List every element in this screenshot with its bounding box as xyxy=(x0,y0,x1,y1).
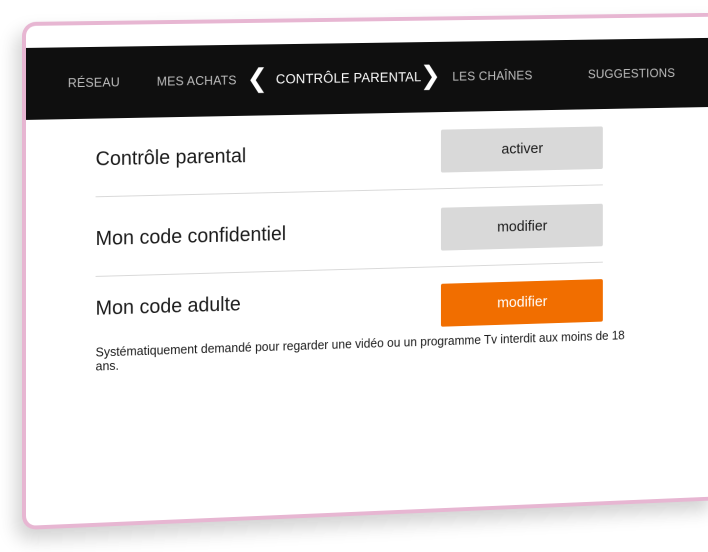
chevron-right-icon[interactable]: ❯ xyxy=(420,42,441,113)
adult-code-description: Systématiquement demandé pour regarder u… xyxy=(95,328,625,374)
adult-code-label: Mon code adulte xyxy=(95,293,241,320)
nav-item-les-chaines[interactable]: LES CHAÎNES xyxy=(452,40,532,111)
modify-adult-code-button[interactable]: modifier xyxy=(440,279,603,327)
row-divider xyxy=(95,184,603,198)
top-nav-bar: RÉSEAU MES ACHATS ❮ CONTRÔLE PARENTAL ❯ … xyxy=(25,37,708,120)
nav-item-suggestions[interactable]: SUGGESTIONS xyxy=(588,38,675,109)
nav-item-controle-parental[interactable]: CONTRÔLE PARENTAL xyxy=(276,42,422,115)
nav-item-reseau[interactable]: RÉSEAU xyxy=(68,47,120,120)
device-scene: RÉSEAU MES ACHATS ❮ CONTRÔLE PARENTAL ❯ … xyxy=(0,0,708,552)
parental-control-label: Contrôle parental xyxy=(95,145,247,171)
tv-screen: RÉSEAU MES ACHATS ❮ CONTRÔLE PARENTAL ❯ … xyxy=(22,12,708,530)
chevron-left-icon[interactable]: ❮ xyxy=(247,44,268,115)
activate-parental-control-button[interactable]: activer xyxy=(440,126,603,173)
row-divider xyxy=(95,261,603,277)
modify-confidential-code-button[interactable]: modifier xyxy=(440,203,603,251)
nav-item-mes-achats[interactable]: MES ACHATS xyxy=(157,45,237,118)
confidential-code-label: Mon code confidentiel xyxy=(95,223,287,251)
